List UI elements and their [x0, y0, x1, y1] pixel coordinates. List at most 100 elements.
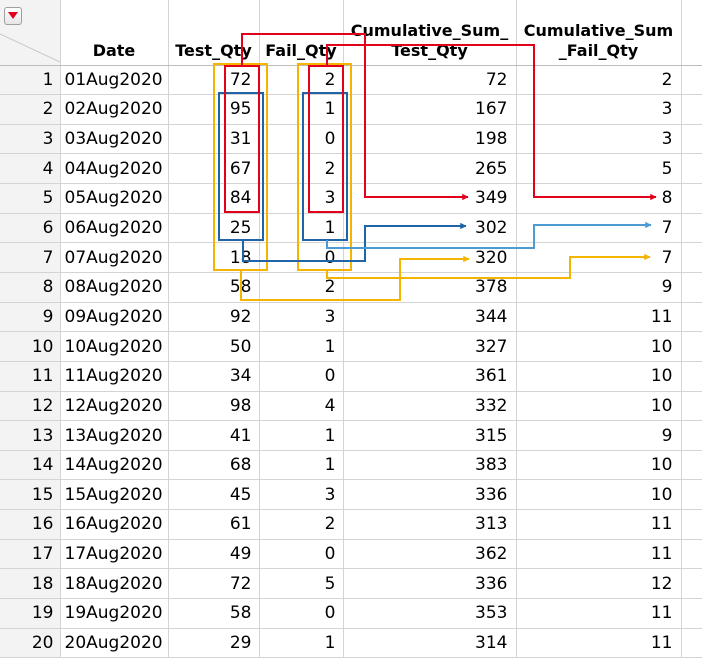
date-cell[interactable]: 08Aug2020 [60, 272, 169, 303]
test-qty-cell[interactable]: 49 [168, 539, 260, 570]
cumulative-fail-qty-cell[interactable]: 3 [516, 94, 682, 125]
row-number[interactable]: 15 [0, 479, 61, 511]
date-cell[interactable]: 18Aug2020 [60, 568, 169, 600]
cumulative-fail-qty-cell[interactable]: 10 [516, 331, 682, 362]
date-cell[interactable]: 01Aug2020 [60, 65, 169, 96]
table-row[interactable]: 14 14Aug2020 68 1 383 10 [0, 450, 702, 481]
cumulative-test-qty-cell[interactable]: 167 [343, 94, 517, 125]
table-row[interactable]: 12 12Aug2020 98 4 332 10 [0, 391, 702, 422]
test-qty-cell[interactable]: 72 [168, 65, 260, 96]
table-row[interactable]: 10 10Aug2020 50 1 327 10 [0, 331, 702, 362]
test-qty-cell[interactable]: 41 [168, 420, 260, 451]
fail-qty-cell[interactable]: 1 [259, 450, 344, 481]
cumulative-fail-qty-cell[interactable]: 11 [516, 302, 682, 333]
test-qty-cell[interactable]: 72 [168, 568, 260, 600]
date-cell[interactable]: 14Aug2020 [60, 450, 169, 481]
row-number[interactable]: 14 [0, 450, 61, 481]
row-number[interactable]: 7 [0, 242, 61, 273]
cumulative-test-qty-cell[interactable]: 315 [343, 420, 517, 451]
cumulative-fail-qty-cell[interactable]: 7 [516, 213, 682, 244]
fail-qty-cell[interactable]: 0 [259, 242, 344, 273]
row-number[interactable]: 19 [0, 598, 61, 629]
fail-qty-cell[interactable]: 2 [259, 65, 344, 96]
test-qty-cell[interactable]: 25 [168, 213, 260, 244]
row-number[interactable]: 6 [0, 213, 61, 244]
table-row[interactable]: 13 13Aug2020 41 1 315 9 [0, 420, 702, 451]
cumulative-test-qty-cell[interactable]: 353 [343, 598, 517, 629]
table-row[interactable]: 20 20Aug2020 29 1 314 11 [0, 628, 702, 658]
table-row[interactable]: 18 18Aug2020 72 5 336 12 [0, 568, 702, 600]
row-number[interactable]: 4 [0, 153, 61, 185]
cumulative-test-qty-cell[interactable]: 336 [343, 479, 517, 511]
date-cell[interactable]: 16Aug2020 [60, 509, 169, 540]
table-row[interactable]: 3 03Aug2020 31 0 198 3 [0, 124, 702, 155]
date-cell[interactable]: 02Aug2020 [60, 94, 169, 125]
cumulative-test-qty-cell[interactable]: 349 [343, 183, 517, 214]
row-number[interactable]: 3 [0, 124, 61, 155]
date-cell[interactable]: 05Aug2020 [60, 183, 169, 214]
cumulative-test-qty-cell[interactable]: 314 [343, 628, 517, 658]
row-number[interactable]: 5 [0, 183, 61, 214]
table-row[interactable]: 7 07Aug2020 18 0 320 7 [0, 242, 702, 273]
date-cell[interactable]: 12Aug2020 [60, 391, 169, 422]
date-cell[interactable]: 11Aug2020 [60, 361, 169, 392]
cumulative-test-qty-cell[interactable]: 336 [343, 568, 517, 600]
cumulative-test-qty-cell[interactable]: 313 [343, 509, 517, 540]
cumulative-fail-qty-cell[interactable]: 11 [516, 509, 682, 540]
fail-qty-cell[interactable]: 0 [259, 598, 344, 629]
column-menu-button[interactable] [4, 7, 22, 25]
row-number[interactable]: 17 [0, 539, 61, 570]
row-number[interactable]: 13 [0, 420, 61, 451]
fail-qty-cell[interactable]: 2 [259, 153, 344, 185]
test-qty-cell[interactable]: 45 [168, 479, 260, 511]
fail-qty-cell[interactable]: 0 [259, 361, 344, 392]
row-number[interactable]: 1 [0, 65, 61, 96]
date-cell[interactable]: 03Aug2020 [60, 124, 169, 155]
cumulative-fail-qty-cell[interactable]: 10 [516, 450, 682, 481]
fail-qty-cell[interactable]: 4 [259, 391, 344, 422]
table-row[interactable]: 1 01Aug2020 72 2 72 2 [0, 65, 702, 96]
column-header-date[interactable]: Date [60, 0, 169, 66]
table-row[interactable]: 16 16Aug2020 61 2 313 11 [0, 509, 702, 540]
date-cell[interactable]: 17Aug2020 [60, 539, 169, 570]
row-number[interactable]: 20 [0, 628, 61, 658]
test-qty-cell[interactable]: 68 [168, 450, 260, 481]
table-row[interactable]: 15 15Aug2020 45 3 336 10 [0, 479, 702, 511]
fail-qty-cell[interactable]: 2 [259, 509, 344, 540]
date-cell[interactable]: 06Aug2020 [60, 213, 169, 244]
cumulative-test-qty-cell[interactable]: 72 [343, 65, 517, 96]
test-qty-cell[interactable]: 31 [168, 124, 260, 155]
cumulative-test-qty-cell[interactable]: 198 [343, 124, 517, 155]
test-qty-cell[interactable]: 98 [168, 391, 260, 422]
table-row[interactable]: 9 09Aug2020 92 3 344 11 [0, 302, 702, 333]
test-qty-cell[interactable]: 67 [168, 153, 260, 185]
cumulative-test-qty-cell[interactable]: 320 [343, 242, 517, 273]
test-qty-cell[interactable]: 61 [168, 509, 260, 540]
row-number[interactable]: 11 [0, 361, 61, 392]
cumulative-test-qty-cell[interactable]: 362 [343, 539, 517, 570]
cumulative-test-qty-cell[interactable]: 383 [343, 450, 517, 481]
column-header-test-qty[interactable]: Test_Qty [168, 0, 260, 66]
cumulative-fail-qty-cell[interactable]: 5 [516, 153, 682, 185]
table-row[interactable]: 5 05Aug2020 84 3 349 8 [0, 183, 702, 214]
cumulative-fail-qty-cell[interactable]: 11 [516, 628, 682, 658]
fail-qty-cell[interactable]: 2 [259, 272, 344, 303]
column-header-cumulative-fail-qty[interactable]: Cumulative_Sum _Fail_Qty [516, 0, 682, 66]
table-row[interactable]: 6 06Aug2020 25 1 302 7 [0, 213, 702, 244]
cumulative-fail-qty-cell[interactable]: 3 [516, 124, 682, 155]
date-cell[interactable]: 07Aug2020 [60, 242, 169, 273]
test-qty-cell[interactable]: 84 [168, 183, 260, 214]
fail-qty-cell[interactable]: 0 [259, 124, 344, 155]
test-qty-cell[interactable]: 92 [168, 302, 260, 333]
cumulative-fail-qty-cell[interactable]: 10 [516, 391, 682, 422]
cumulative-test-qty-cell[interactable]: 302 [343, 213, 517, 244]
cumulative-fail-qty-cell[interactable]: 8 [516, 183, 682, 214]
test-qty-cell[interactable]: 50 [168, 331, 260, 362]
cumulative-test-qty-cell[interactable]: 327 [343, 331, 517, 362]
table-row[interactable]: 4 04Aug2020 67 2 265 5 [0, 153, 702, 185]
fail-qty-cell[interactable]: 3 [259, 479, 344, 511]
table-row[interactable]: 2 02Aug2020 95 1 167 3 [0, 94, 702, 125]
cumulative-fail-qty-cell[interactable]: 12 [516, 568, 682, 600]
cumulative-fail-qty-cell[interactable]: 10 [516, 479, 682, 511]
cumulative-fail-qty-cell[interactable]: 2 [516, 65, 682, 96]
